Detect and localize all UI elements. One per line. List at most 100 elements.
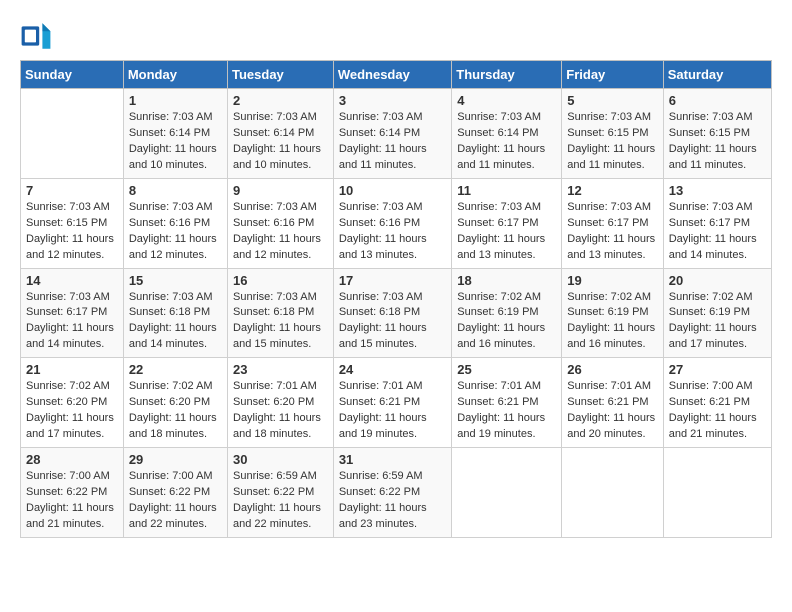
header-wednesday: Wednesday (333, 61, 451, 89)
day-number: 24 (339, 362, 446, 377)
header-tuesday: Tuesday (228, 61, 334, 89)
day-number: 20 (669, 273, 766, 288)
calendar-table: SundayMondayTuesdayWednesdayThursdayFrid… (20, 60, 772, 538)
logo-icon (20, 20, 52, 52)
day-cell: 23 Sunrise: 7:01 AM Sunset: 6:20 PM Dayl… (228, 358, 334, 448)
day-cell: 7 Sunrise: 7:03 AM Sunset: 6:15 PM Dayli… (21, 178, 124, 268)
day-cell: 24 Sunrise: 7:01 AM Sunset: 6:21 PM Dayl… (333, 358, 451, 448)
day-info: Sunrise: 7:01 AM Sunset: 6:20 PM Dayligh… (233, 379, 328, 443)
day-cell: 25 Sunrise: 7:01 AM Sunset: 6:21 PM Dayl… (452, 358, 562, 448)
week-row-2: 7 Sunrise: 7:03 AM Sunset: 6:15 PM Dayli… (21, 178, 772, 268)
day-info: Sunrise: 6:59 AM Sunset: 6:22 PM Dayligh… (339, 469, 446, 533)
day-number: 16 (233, 273, 328, 288)
day-info: Sunrise: 7:02 AM Sunset: 6:19 PM Dayligh… (669, 290, 766, 354)
day-number: 13 (669, 183, 766, 198)
day-info: Sunrise: 7:02 AM Sunset: 6:20 PM Dayligh… (26, 379, 118, 443)
day-number: 15 (129, 273, 222, 288)
day-cell: 14 Sunrise: 7:03 AM Sunset: 6:17 PM Dayl… (21, 268, 124, 358)
day-cell: 18 Sunrise: 7:02 AM Sunset: 6:19 PM Dayl… (452, 268, 562, 358)
day-number: 5 (567, 93, 657, 108)
day-cell: 11 Sunrise: 7:03 AM Sunset: 6:17 PM Dayl… (452, 178, 562, 268)
day-number: 9 (233, 183, 328, 198)
day-number: 11 (457, 183, 556, 198)
week-row-5: 28 Sunrise: 7:00 AM Sunset: 6:22 PM Dayl… (21, 448, 772, 538)
day-cell: 21 Sunrise: 7:02 AM Sunset: 6:20 PM Dayl… (21, 358, 124, 448)
day-number: 8 (129, 183, 222, 198)
day-info: Sunrise: 7:02 AM Sunset: 6:19 PM Dayligh… (567, 290, 657, 354)
day-info: Sunrise: 7:03 AM Sunset: 6:17 PM Dayligh… (457, 200, 556, 264)
day-cell: 8 Sunrise: 7:03 AM Sunset: 6:16 PM Dayli… (123, 178, 227, 268)
day-info: Sunrise: 7:03 AM Sunset: 6:18 PM Dayligh… (339, 290, 446, 354)
day-cell: 1 Sunrise: 7:03 AM Sunset: 6:14 PM Dayli… (123, 89, 227, 179)
day-cell: 9 Sunrise: 7:03 AM Sunset: 6:16 PM Dayli… (228, 178, 334, 268)
day-number: 7 (26, 183, 118, 198)
day-info: Sunrise: 7:03 AM Sunset: 6:14 PM Dayligh… (129, 110, 222, 174)
day-number: 19 (567, 273, 657, 288)
day-number: 1 (129, 93, 222, 108)
day-cell: 15 Sunrise: 7:03 AM Sunset: 6:18 PM Dayl… (123, 268, 227, 358)
day-number: 28 (26, 452, 118, 467)
day-info: Sunrise: 7:03 AM Sunset: 6:14 PM Dayligh… (339, 110, 446, 174)
day-number: 12 (567, 183, 657, 198)
day-number: 31 (339, 452, 446, 467)
day-info: Sunrise: 7:00 AM Sunset: 6:22 PM Dayligh… (26, 469, 118, 533)
day-cell: 12 Sunrise: 7:03 AM Sunset: 6:17 PM Dayl… (562, 178, 663, 268)
day-number: 27 (669, 362, 766, 377)
day-number: 23 (233, 362, 328, 377)
logo (20, 20, 58, 52)
day-info: Sunrise: 7:03 AM Sunset: 6:15 PM Dayligh… (26, 200, 118, 264)
day-info: Sunrise: 7:01 AM Sunset: 6:21 PM Dayligh… (567, 379, 657, 443)
day-cell: 28 Sunrise: 7:00 AM Sunset: 6:22 PM Dayl… (21, 448, 124, 538)
day-cell: 13 Sunrise: 7:03 AM Sunset: 6:17 PM Dayl… (663, 178, 771, 268)
day-info: Sunrise: 7:03 AM Sunset: 6:14 PM Dayligh… (457, 110, 556, 174)
day-cell: 2 Sunrise: 7:03 AM Sunset: 6:14 PM Dayli… (228, 89, 334, 179)
day-cell (452, 448, 562, 538)
day-info: Sunrise: 7:03 AM Sunset: 6:14 PM Dayligh… (233, 110, 328, 174)
day-cell: 27 Sunrise: 7:00 AM Sunset: 6:21 PM Dayl… (663, 358, 771, 448)
day-cell: 19 Sunrise: 7:02 AM Sunset: 6:19 PM Dayl… (562, 268, 663, 358)
day-number: 25 (457, 362, 556, 377)
week-row-1: 1 Sunrise: 7:03 AM Sunset: 6:14 PM Dayli… (21, 89, 772, 179)
day-info: Sunrise: 7:03 AM Sunset: 6:17 PM Dayligh… (669, 200, 766, 264)
day-number: 6 (669, 93, 766, 108)
day-info: Sunrise: 6:59 AM Sunset: 6:22 PM Dayligh… (233, 469, 328, 533)
day-cell: 20 Sunrise: 7:02 AM Sunset: 6:19 PM Dayl… (663, 268, 771, 358)
day-info: Sunrise: 7:03 AM Sunset: 6:18 PM Dayligh… (129, 290, 222, 354)
day-cell: 16 Sunrise: 7:03 AM Sunset: 6:18 PM Dayl… (228, 268, 334, 358)
day-info: Sunrise: 7:03 AM Sunset: 6:18 PM Dayligh… (233, 290, 328, 354)
week-row-3: 14 Sunrise: 7:03 AM Sunset: 6:17 PM Dayl… (21, 268, 772, 358)
day-cell: 4 Sunrise: 7:03 AM Sunset: 6:14 PM Dayli… (452, 89, 562, 179)
day-cell: 22 Sunrise: 7:02 AM Sunset: 6:20 PM Dayl… (123, 358, 227, 448)
day-info: Sunrise: 7:03 AM Sunset: 6:15 PM Dayligh… (567, 110, 657, 174)
day-cell (21, 89, 124, 179)
header-friday: Friday (562, 61, 663, 89)
day-number: 29 (129, 452, 222, 467)
header (20, 20, 772, 52)
day-number: 30 (233, 452, 328, 467)
day-cell (562, 448, 663, 538)
day-cell: 5 Sunrise: 7:03 AM Sunset: 6:15 PM Dayli… (562, 89, 663, 179)
header-sunday: Sunday (21, 61, 124, 89)
day-cell: 29 Sunrise: 7:00 AM Sunset: 6:22 PM Dayl… (123, 448, 227, 538)
header-monday: Monday (123, 61, 227, 89)
day-cell: 30 Sunrise: 6:59 AM Sunset: 6:22 PM Dayl… (228, 448, 334, 538)
day-cell: 6 Sunrise: 7:03 AM Sunset: 6:15 PM Dayli… (663, 89, 771, 179)
day-number: 10 (339, 183, 446, 198)
day-info: Sunrise: 7:02 AM Sunset: 6:20 PM Dayligh… (129, 379, 222, 443)
day-info: Sunrise: 7:03 AM Sunset: 6:16 PM Dayligh… (233, 200, 328, 264)
day-info: Sunrise: 7:03 AM Sunset: 6:17 PM Dayligh… (567, 200, 657, 264)
day-number: 21 (26, 362, 118, 377)
day-cell: 26 Sunrise: 7:01 AM Sunset: 6:21 PM Dayl… (562, 358, 663, 448)
day-info: Sunrise: 7:00 AM Sunset: 6:21 PM Dayligh… (669, 379, 766, 443)
day-cell: 3 Sunrise: 7:03 AM Sunset: 6:14 PM Dayli… (333, 89, 451, 179)
day-number: 22 (129, 362, 222, 377)
header-saturday: Saturday (663, 61, 771, 89)
day-number: 14 (26, 273, 118, 288)
day-number: 17 (339, 273, 446, 288)
day-info: Sunrise: 7:00 AM Sunset: 6:22 PM Dayligh… (129, 469, 222, 533)
header-thursday: Thursday (452, 61, 562, 89)
day-number: 26 (567, 362, 657, 377)
day-info: Sunrise: 7:01 AM Sunset: 6:21 PM Dayligh… (339, 379, 446, 443)
header-row: SundayMondayTuesdayWednesdayThursdayFrid… (21, 61, 772, 89)
day-info: Sunrise: 7:03 AM Sunset: 6:17 PM Dayligh… (26, 290, 118, 354)
